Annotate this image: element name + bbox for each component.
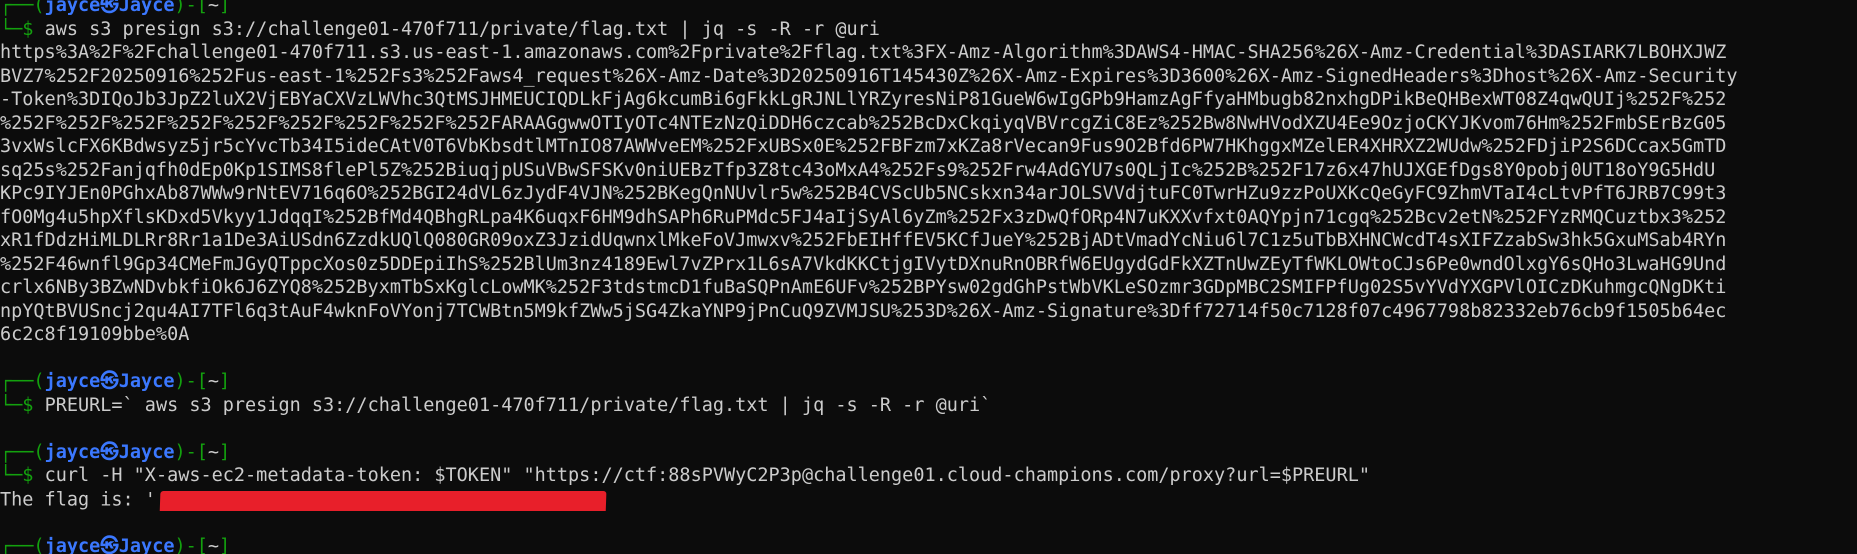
output-line: 3vxWslcFX6KBdwsyz5jr5cYvcTb34I5ideCAtV0T…	[0, 135, 1857, 159]
prompt-user: jayce	[45, 0, 101, 16]
command-line-3[interactable]: └─$ curl -H "X-aws-ec2-metadata-token: $…	[0, 464, 1857, 488]
blank-line	[0, 417, 1857, 441]
output-line: sq25s%252Fanjqfh0dEp0Kp1SIMS8flePl5Z%252…	[0, 159, 1857, 183]
prompt-line-3: ┌──(jayce㉿Jayce)-[~]	[0, 441, 1857, 465]
command-text: PREURL=` aws s3 presign s3://challenge01…	[45, 395, 992, 416]
blank-line	[0, 347, 1857, 371]
prompt-dollar: └─$	[0, 19, 45, 40]
prompt-box-close: ]	[219, 371, 230, 392]
output-line: KPc9IYJEn0PGhxAb87WWw9rNtEV716q6O%252BGI…	[0, 182, 1857, 206]
prompt-host: Jayce	[119, 371, 175, 392]
prompt-line-2: ┌──(jayce㉿Jayce)-[~]	[0, 370, 1857, 394]
prompt-at-symbol: ㉿	[100, 371, 119, 392]
prompt-dir: ~	[208, 0, 219, 16]
prompt-dollar: └─$	[0, 395, 45, 416]
prompt-dir: ~	[208, 371, 219, 392]
prompt-box-mid: )-[	[174, 536, 207, 554]
prompt-at-symbol: ㉿	[100, 442, 119, 463]
prompt-box-mid: )-[	[174, 0, 207, 16]
output-line: npYQtBVUSncj2qu4AI7TFl6q3tAuF4wknFoVYonj…	[0, 300, 1857, 324]
prompt-box-close: ]	[219, 0, 230, 16]
terminal-window[interactable]: ┌──(jayce㉿Jayce)-[~] └─$ aws s3 presign …	[0, 0, 1857, 554]
prompt-box-open: ┌──(	[0, 536, 45, 554]
prompt-line-4: ┌──(jayce㉿Jayce)-[~]	[0, 535, 1857, 554]
prompt-dir: ~	[208, 536, 219, 554]
prompt-box-open: ┌──(	[0, 0, 45, 16]
prompt-dollar: └─$	[0, 465, 45, 486]
prompt-user: jayce	[45, 536, 101, 554]
output-line: crlx6NBy3BZwNDvbkfiOk6J6ZYQ8%252ByxmTbSx…	[0, 276, 1857, 300]
command-text: curl -H "X-aws-ec2-metadata-token: $TOKE…	[45, 465, 1370, 486]
prompt-host: Jayce	[119, 0, 175, 16]
prompt-box-open: ┌──(	[0, 442, 45, 463]
prompt-at-symbol: ㉿	[100, 0, 119, 16]
output-line: BVZ7%252F20250916%252Fus-east-1%252Fs3%2…	[0, 65, 1857, 89]
output-line: 6c2c8f19109bbe%0A	[0, 323, 1857, 347]
prompt-host: Jayce	[119, 536, 175, 554]
output-line: xR1fDdzHiMLDLRr8Rr1a1De3AiUSdn6ZzdkUQlQ0…	[0, 229, 1857, 253]
output-line: https%3A%2F%2Fchallenge01-470f711.s3.us-…	[0, 41, 1857, 65]
flag-output-line: The flag is: '	[0, 488, 1857, 512]
command-text: aws s3 presign s3://challenge01-470f711/…	[45, 19, 880, 40]
flag-label: The flag is: '	[0, 489, 156, 510]
output-line: %252F%252F%252F%252F%252F%252F%252F%252F…	[0, 112, 1857, 136]
output-line: -Token%3DIQoJb3JpZ2luX2VjEBYaCXVzLWVhc3Q…	[0, 88, 1857, 112]
output-line: fO0Mg4u5hpXflsKDxd5Vkyy1JdqqI%252BfMd4QB…	[0, 206, 1857, 230]
prompt-at-symbol: ㉿	[100, 536, 119, 554]
prompt-line-1: ┌──(jayce㉿Jayce)-[~]	[0, 0, 1857, 18]
prompt-box-mid: )-[	[174, 371, 207, 392]
redaction-mark	[160, 491, 607, 512]
prompt-dir: ~	[208, 442, 219, 463]
prompt-user: jayce	[45, 371, 101, 392]
command-line-1[interactable]: └─$ aws s3 presign s3://challenge01-470f…	[0, 18, 1857, 42]
command-line-2[interactable]: └─$ PREURL=` aws s3 presign s3://challen…	[0, 394, 1857, 418]
prompt-box-close: ]	[219, 442, 230, 463]
blank-line	[0, 511, 1857, 535]
prompt-box-mid: )-[	[174, 442, 207, 463]
output-line: %252F46wnfl9Gp34CMeFmJGyQTppcXos0z5DDEpi…	[0, 253, 1857, 277]
prompt-host: Jayce	[119, 442, 175, 463]
prompt-box-close: ]	[219, 536, 230, 554]
prompt-user: jayce	[45, 442, 101, 463]
prompt-box-open: ┌──(	[0, 371, 45, 392]
